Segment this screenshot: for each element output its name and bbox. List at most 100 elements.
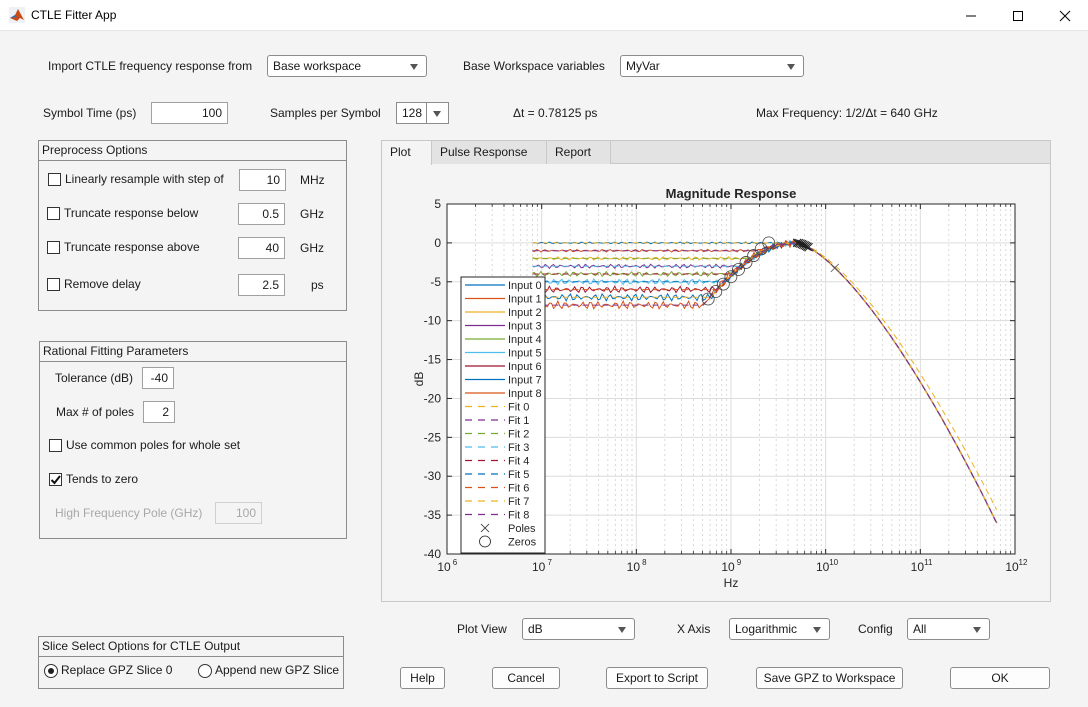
help-button[interactable]: Help bbox=[400, 667, 445, 689]
tends-to-zero-label: Tends to zero bbox=[66, 472, 139, 486]
remove-delay-field[interactable]: 2.5 bbox=[238, 274, 285, 296]
y-tick-label: -30 bbox=[424, 469, 442, 483]
tolerance-field[interactable]: -40 bbox=[142, 367, 174, 389]
chevron-down-icon bbox=[618, 627, 626, 633]
config-value: All bbox=[913, 622, 927, 636]
chevron-down-icon bbox=[787, 64, 795, 70]
x-tick-label: 10 bbox=[532, 560, 546, 574]
legend-entry: Input 6 bbox=[508, 361, 542, 373]
legend-entry: Input 8 bbox=[508, 388, 542, 400]
truncate-below-checkbox[interactable] bbox=[47, 207, 60, 220]
workspace-variables-label: Base Workspace variables bbox=[463, 59, 605, 73]
legend-entry: Fit 1 bbox=[508, 415, 529, 427]
x-axis-scale-value: Logarithmic bbox=[735, 622, 798, 636]
legend-entry: Input 7 bbox=[508, 375, 542, 387]
replace-slice-label: Replace GPZ Slice 0 bbox=[61, 663, 173, 677]
legend-entry: Input 4 bbox=[508, 334, 542, 346]
samples-per-symbol-dropdown[interactable]: 128 bbox=[396, 102, 449, 124]
legend-entry: Input 1 bbox=[508, 294, 542, 306]
truncate-above-field[interactable]: 40 bbox=[238, 237, 285, 259]
common-poles-checkbox[interactable] bbox=[49, 439, 62, 452]
plot-view-dropdown[interactable]: dB bbox=[522, 618, 635, 640]
y-tick-label: -15 bbox=[424, 353, 442, 367]
x-axis-scale-dropdown[interactable]: Logarithmic bbox=[729, 618, 830, 640]
max-poles-field[interactable]: 2 bbox=[143, 401, 175, 423]
minimize-icon bbox=[966, 15, 976, 16]
window-title: CTLE Fitter App bbox=[31, 8, 117, 22]
tab-label: Pulse Response bbox=[440, 145, 528, 159]
x-axis-label: Hz bbox=[724, 576, 739, 590]
legend-entry: Fit 8 bbox=[508, 510, 529, 522]
legend-entry: Fit 5 bbox=[508, 469, 529, 481]
panel-title: Slice Select Options for CTLE Output bbox=[39, 637, 343, 657]
legend: Input 0 Input 1Input 2 Input 3Input 4 Input… bbox=[460, 276, 546, 554]
resample-step-field[interactable]: 10 bbox=[239, 169, 286, 191]
import-source-label: Import CTLE frequency response from bbox=[48, 59, 253, 73]
legend-entry: Input 3 bbox=[508, 321, 542, 333]
tab-label: Report bbox=[555, 145, 592, 159]
x-tick-label: 10 bbox=[721, 560, 735, 574]
remove-delay-checkbox[interactable] bbox=[47, 278, 60, 291]
max-frequency-readout: Max Frequency: 1/2/Δt = 640 GHz bbox=[756, 106, 938, 120]
legend-entry: Fit 2 bbox=[508, 429, 529, 441]
x-tick-exponent: 10 bbox=[829, 558, 838, 567]
legend-entry: Fit 4 bbox=[508, 456, 529, 468]
maximize-icon bbox=[1013, 10, 1023, 21]
resample-unit: MHz bbox=[300, 173, 325, 187]
maximize-button[interactable] bbox=[995, 0, 1041, 31]
y-tick-label: -25 bbox=[424, 430, 442, 444]
legend-entry: Poles bbox=[508, 523, 536, 535]
tab-pulse-response[interactable]: Pulse Response bbox=[432, 141, 547, 164]
export-to-script-button[interactable]: Export to Script bbox=[606, 667, 708, 689]
symbol-time-field[interactable]: 100 bbox=[151, 102, 228, 124]
y-tick-label: -20 bbox=[424, 391, 442, 405]
tab-plot[interactable]: Plot bbox=[382, 141, 432, 165]
x-tick-exponent: 9 bbox=[737, 558, 742, 567]
legend-entry: Zeros bbox=[508, 537, 537, 549]
truncate-above-checkbox[interactable] bbox=[47, 241, 60, 254]
cancel-button[interactable]: Cancel bbox=[492, 667, 560, 689]
workspace-variables-value: MyVar bbox=[626, 59, 660, 73]
y-tick-label: -40 bbox=[424, 547, 442, 561]
samples-per-symbol-label: Samples per Symbol bbox=[270, 106, 381, 120]
truncate-below-unit: GHz bbox=[300, 207, 324, 221]
symbol-time-label: Symbol Time (ps) bbox=[43, 106, 137, 120]
import-source-dropdown[interactable]: Base workspace bbox=[267, 55, 427, 77]
truncate-above-label: Truncate response above bbox=[64, 240, 200, 254]
append-slice-radio[interactable] bbox=[198, 664, 212, 678]
save-gpz-button[interactable]: Save GPZ to Workspace bbox=[756, 667, 903, 689]
legend-entry: Fit 0 bbox=[508, 402, 529, 414]
close-icon bbox=[1059, 10, 1071, 21]
truncate-above-unit: GHz bbox=[300, 241, 324, 255]
config-label: Config bbox=[858, 622, 893, 636]
chevron-down-icon bbox=[433, 111, 441, 117]
plot-view-label: Plot View bbox=[457, 622, 507, 636]
workspace-variables-dropdown[interactable]: MyVar bbox=[620, 55, 804, 77]
legend-entry: Input 5 bbox=[508, 348, 542, 360]
x-tick-label: 10 bbox=[627, 560, 641, 574]
x-tick-exponent: 8 bbox=[642, 558, 647, 567]
replace-slice-radio[interactable] bbox=[44, 664, 58, 678]
tolerance-label: Tolerance (dB) bbox=[55, 371, 134, 385]
x-tick-exponent: 6 bbox=[453, 558, 458, 567]
panel-title: Preprocess Options bbox=[39, 141, 346, 161]
tab-report[interactable]: Report bbox=[547, 141, 611, 164]
close-button[interactable] bbox=[1042, 0, 1088, 31]
tends-to-zero-checkbox[interactable] bbox=[49, 473, 62, 486]
linear-resample-checkbox[interactable] bbox=[48, 173, 61, 186]
checkmark-icon bbox=[50, 475, 61, 485]
legend-entry: Fit 3 bbox=[508, 442, 529, 454]
truncate-below-field[interactable]: 0.5 bbox=[238, 203, 285, 225]
x-tick-label: 10 bbox=[816, 560, 830, 574]
config-dropdown[interactable]: All bbox=[907, 618, 990, 640]
legend-entry: Input 0 bbox=[508, 280, 542, 292]
y-tick-label: 0 bbox=[434, 236, 441, 250]
minimize-button[interactable] bbox=[948, 0, 994, 31]
x-tick-label: 10 bbox=[437, 560, 451, 574]
ok-button[interactable]: OK bbox=[950, 667, 1050, 689]
tab-label: Plot bbox=[390, 145, 411, 159]
x-axis-scale-label: X Axis bbox=[677, 622, 711, 636]
x-tick-label: 10 bbox=[1005, 560, 1019, 574]
linear-resample-label: Linearly resample with step of bbox=[65, 172, 224, 186]
legend-entry: Input 2 bbox=[508, 307, 542, 319]
